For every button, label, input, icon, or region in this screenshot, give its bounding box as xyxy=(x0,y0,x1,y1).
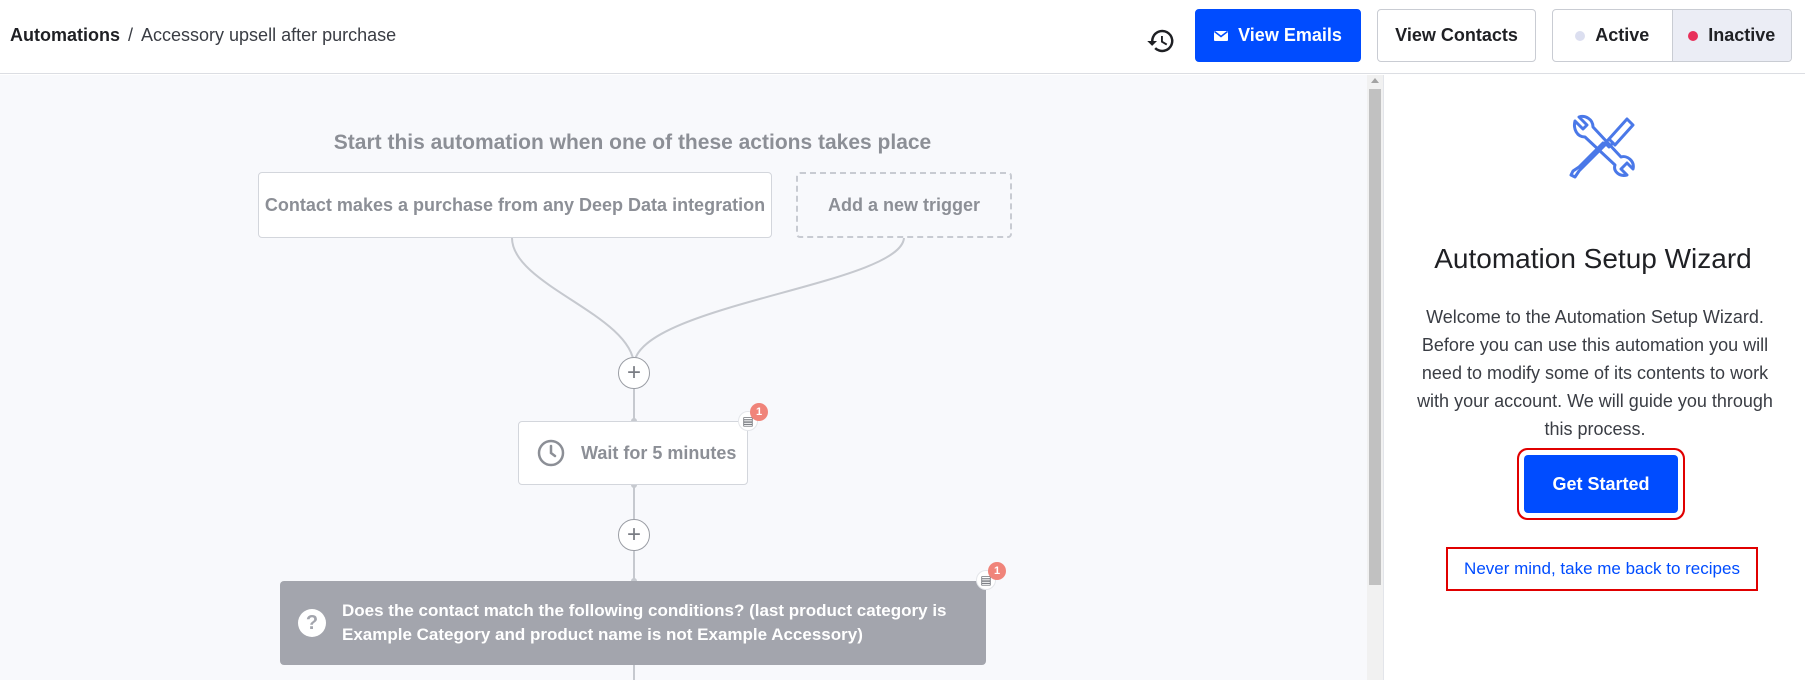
note-count: 1 xyxy=(750,403,768,421)
scroll-up-arrow-icon[interactable] xyxy=(1371,78,1379,83)
status-active-label: Active xyxy=(1595,25,1650,45)
back-to-recipes-link[interactable]: Never mind, take me back to recipes xyxy=(1446,547,1758,591)
tools-icon xyxy=(1569,115,1635,179)
history-icon xyxy=(1147,29,1174,53)
view-emails-label: View Emails xyxy=(1238,25,1342,45)
wizard-description: Welcome to the Automation Setup Wizard. … xyxy=(1417,307,1773,439)
add-trigger-label: Add a new trigger xyxy=(827,194,980,215)
breadcrumb: Automations / Accessory upsell after pur… xyxy=(10,24,396,46)
trigger-purchase[interactable]: Contact makes a purchase from any Deep D… xyxy=(258,172,772,238)
plus-icon: + xyxy=(626,521,641,548)
mail-icon xyxy=(1214,30,1229,41)
active-dot-icon xyxy=(1575,30,1586,41)
scrollbar-thumb[interactable] xyxy=(1369,89,1381,585)
status-active-option[interactable]: Active xyxy=(1553,10,1672,61)
add-step-button[interactable]: + xyxy=(618,357,650,389)
wait-step-label: Wait for 5 minutes xyxy=(581,442,737,463)
view-contacts-label: View Contacts xyxy=(1395,25,1518,45)
breadcrumb-separator: / xyxy=(128,25,134,45)
add-step-button[interactable]: + xyxy=(618,519,650,551)
connector-trigger2 xyxy=(633,237,905,366)
plus-icon: + xyxy=(626,359,641,386)
canvas-scrollbar[interactable] xyxy=(1367,75,1383,680)
note-count: 1 xyxy=(988,562,1006,580)
condition-step-label: Does the contact match the following con… xyxy=(342,601,947,644)
breadcrumb-current-automation: Accessory upsell after purchase xyxy=(141,25,397,45)
status-inactive-label: Inactive xyxy=(1708,25,1776,45)
wizard-title: Automation Setup Wizard xyxy=(1434,243,1752,274)
breadcrumb-root-automations[interactable]: Automations xyxy=(10,24,120,46)
status-toggle: Active Inactive xyxy=(1552,9,1792,62)
inactive-dot-icon xyxy=(1688,30,1699,41)
condition-step[interactable]: ? Does the contact match the following c… xyxy=(280,581,986,665)
setup-wizard-panel: Automation Setup Wizard Welcome to the A… xyxy=(1383,75,1805,680)
get-started-button[interactable]: Get Started xyxy=(1524,455,1678,513)
condition-note-badge[interactable]: ▤ 1 xyxy=(974,562,1006,592)
wait-step[interactable]: Wait for 5 minutes xyxy=(518,421,748,485)
add-trigger-button[interactable]: Add a new trigger xyxy=(796,172,1012,238)
connector-trigger1 xyxy=(511,237,635,366)
clock-icon xyxy=(537,439,565,467)
question-icon: ? xyxy=(298,609,326,637)
top-header: Automations / Accessory upsell after pur… xyxy=(0,0,1805,74)
view-emails-button[interactable]: View Emails xyxy=(1195,9,1361,62)
automation-canvas: Start this automation when one of these … xyxy=(0,75,1367,680)
status-inactive-option[interactable]: Inactive xyxy=(1671,10,1791,61)
history-button[interactable] xyxy=(1146,26,1176,56)
view-contacts-button[interactable]: View Contacts xyxy=(1377,9,1536,62)
canvas-title: Start this automation when one of these … xyxy=(333,131,932,154)
wait-note-badge[interactable]: ▤ 1 xyxy=(736,403,768,433)
trigger-purchase-label: Contact makes a purchase from any Deep D… xyxy=(264,194,766,215)
